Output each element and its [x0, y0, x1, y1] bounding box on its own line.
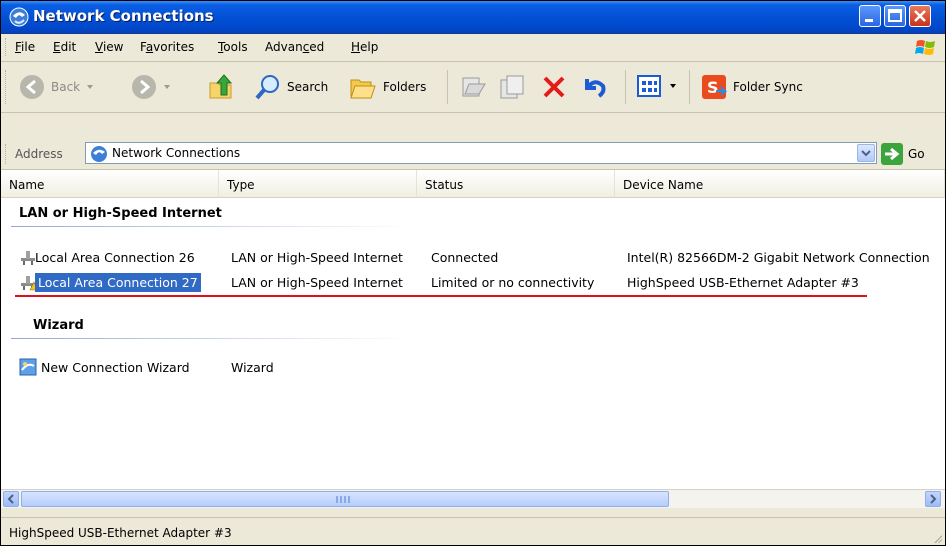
copy-to-folder-icon	[500, 75, 524, 99]
list-item-new-connection-wizard[interactable]: New Connection Wizard Wizard	[1, 357, 945, 377]
device-name: HighSpeed USB-Ethernet Adapter #3	[627, 275, 859, 290]
column-header-status[interactable]: Status	[417, 170, 615, 198]
list-item-lac-27[interactable]: Local Area Connection 27 LAN or High-Spe…	[1, 272, 945, 292]
close-icon	[914, 10, 926, 22]
undo-button[interactable]	[581, 74, 607, 100]
menu-advanced[interactable]: Advanced	[265, 40, 324, 54]
address-dropdown-button[interactable]	[857, 144, 875, 162]
group-title-lan: LAN or High-Speed Internet	[19, 206, 222, 221]
status-text: HighSpeed USB-Ethernet Adapter #3	[9, 526, 232, 540]
window-title: Network Connections	[33, 7, 214, 25]
group-title-wizard: Wizard	[33, 318, 84, 333]
address-value: Network Connections	[112, 146, 241, 160]
connection-type: Wizard	[231, 360, 274, 375]
search-button[interactable]: Search	[255, 74, 328, 100]
connection-name: New Connection Wizard	[41, 360, 190, 375]
chevron-down-icon	[164, 85, 170, 89]
chevron-down-icon	[861, 150, 871, 157]
minimize-button[interactable]	[859, 5, 881, 27]
search-icon	[255, 75, 279, 100]
maximize-button[interactable]	[884, 5, 906, 27]
delete-button[interactable]	[541, 74, 567, 100]
standard-toolbar: Back Search Folders S Folder Sync	[1, 62, 945, 113]
views-button[interactable]	[637, 74, 677, 98]
connection-type: LAN or High-Speed Internet	[231, 275, 403, 290]
folders-label: Folders	[383, 80, 427, 94]
column-header-name[interactable]: Name	[1, 170, 219, 198]
chevron-left-icon	[7, 494, 14, 504]
annotation-underline	[15, 295, 867, 297]
connection-type: LAN or High-Speed Internet	[231, 250, 403, 265]
menu-favorites[interactable]: Favorites	[140, 40, 194, 54]
address-bar: Address Network Connections Go	[1, 139, 945, 170]
column-header-type[interactable]: Type	[219, 170, 417, 198]
column-header-device-name[interactable]: Device Name	[615, 170, 945, 198]
network-connections-icon	[91, 146, 107, 162]
folder-sync-icon: S	[702, 75, 727, 99]
delete-x-icon	[543, 76, 565, 98]
menu-tools[interactable]: Tools	[218, 40, 248, 54]
group-divider	[11, 338, 411, 339]
back-label: Back	[51, 80, 81, 94]
copy-to-button[interactable]	[499, 74, 527, 100]
folder-sync-label: Folder Sync	[733, 80, 803, 94]
forward-button[interactable]	[131, 74, 171, 100]
horizontal-scrollbar[interactable]	[1, 489, 945, 508]
menu-view[interactable]: View	[95, 40, 123, 54]
connections-list: Name Type Status Device Name LAN or High…	[1, 170, 945, 489]
connection-name: Local Area Connection 27	[35, 273, 201, 292]
forward-arrow-icon	[132, 75, 156, 99]
menu-bar: File Edit View Favorites Tools Advanced …	[1, 34, 945, 62]
undo-icon	[585, 79, 606, 98]
address-label: Address	[15, 147, 63, 161]
network-connections-window: Network Connections File Edit View Favor…	[0, 0, 946, 546]
minimize-icon	[865, 19, 873, 22]
folder-up-icon	[209, 74, 233, 99]
network-connections-icon	[9, 7, 29, 27]
scroll-thumb[interactable]	[21, 491, 669, 507]
go-button[interactable]: Go	[881, 143, 925, 165]
scroll-right-button[interactable]	[925, 491, 941, 507]
go-arrow-icon	[881, 143, 903, 165]
connection-status: Limited or no connectivity	[431, 275, 595, 290]
close-button[interactable]	[909, 5, 931, 27]
wizard-icon	[19, 358, 37, 376]
chevron-right-icon	[930, 494, 937, 504]
views-grid-icon	[637, 75, 661, 97]
connection-name: Local Area Connection 26	[35, 250, 195, 265]
svg-text:S: S	[707, 78, 719, 97]
chevron-down-icon	[670, 84, 676, 88]
folders-button[interactable]: Folders	[349, 74, 426, 100]
back-arrow-icon	[20, 75, 44, 99]
list-item-lac-26[interactable]: Local Area Connection 26 LAN or High-Spe…	[1, 247, 945, 267]
go-label: Go	[908, 147, 925, 161]
up-folder-button[interactable]	[207, 73, 235, 101]
move-to-folder-icon	[462, 77, 486, 97]
status-bar: HighSpeed USB-Ethernet Adapter #3	[1, 517, 945, 545]
group-divider	[11, 226, 411, 227]
back-button[interactable]: Back	[19, 74, 94, 100]
chevron-down-icon	[87, 85, 94, 89]
address-input[interactable]: Network Connections	[85, 142, 877, 164]
title-bar[interactable]: Network Connections	[1, 1, 945, 34]
search-label: Search	[287, 80, 329, 94]
resize-grip[interactable]	[932, 533, 942, 543]
folders-icon	[350, 79, 376, 99]
folder-sync-button[interactable]: S Folder Sync	[701, 74, 803, 100]
connection-status: Connected	[431, 250, 499, 265]
menu-file[interactable]: File	[15, 40, 35, 54]
maximize-icon	[888, 9, 902, 22]
device-name: Intel(R) 82566DM-2 Gigabit Network Conne…	[627, 250, 930, 265]
scroll-left-button[interactable]	[3, 491, 19, 507]
menu-help[interactable]: Help	[351, 40, 378, 54]
move-to-button[interactable]	[459, 74, 487, 100]
windows-logo-icon	[915, 40, 935, 55]
menu-edit[interactable]: Edit	[53, 40, 76, 54]
